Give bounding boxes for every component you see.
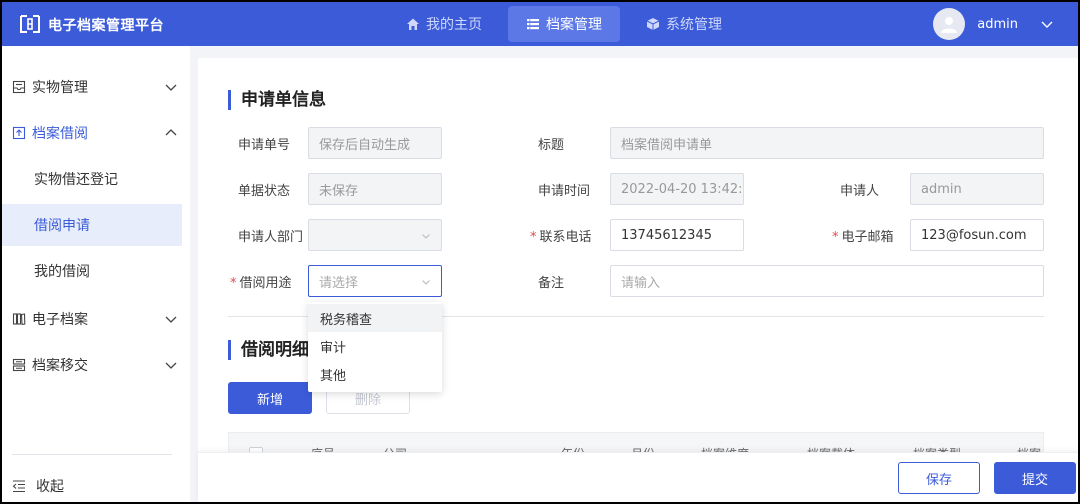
sidebar-item-label: 实物管理 xyxy=(32,80,88,96)
chevron-down-icon[interactable] xyxy=(1040,17,1054,31)
apply-time-input: 2022-04-20 13:42:37 xyxy=(610,173,744,205)
apply-no-input: 保存后自动生成 xyxy=(308,127,442,159)
sidebar-item-label: 借阅申请 xyxy=(34,218,90,234)
nav-home-label: 我的主页 xyxy=(426,17,482,33)
nav-system-label: 系统管理 xyxy=(666,17,722,33)
label-title: 标题 xyxy=(538,138,565,153)
sidebar-item-return-register[interactable]: 实物借还登记 xyxy=(2,158,182,200)
submit-button[interactable]: 提交 xyxy=(994,462,1076,494)
add-button[interactable]: 新增 xyxy=(228,382,312,414)
email-input[interactable]: 123@fosun.com xyxy=(910,219,1044,251)
label-email: * 电子邮箱 xyxy=(832,226,894,245)
dropdown-option[interactable]: 审计 xyxy=(308,332,442,360)
main-panel: 申请单信息 申请单号 保存后自动生成 标题 档案借阅申请单 单据状态 未保存 申… xyxy=(198,58,1078,502)
label-purpose-text: 借阅用途 xyxy=(239,276,292,291)
applicant-input: admin xyxy=(910,173,1044,205)
sidebar-item-transfer[interactable]: 档案移交 xyxy=(2,344,190,386)
purpose-placeholder: 请选择 xyxy=(319,275,359,291)
sidebar-item-physical[interactable]: 实物管理 xyxy=(2,66,190,108)
dropdown-option[interactable]: 税务稽查 xyxy=(308,304,442,332)
upload-box-icon xyxy=(12,126,26,140)
sidebar-item-label: 档案移交 xyxy=(32,358,88,374)
inbox-icon xyxy=(12,80,26,94)
sidebar-item-borrow[interactable]: 档案借阅 xyxy=(2,112,190,154)
dept-select[interactable] xyxy=(308,219,442,251)
home-icon xyxy=(407,18,419,30)
sidebar-item-label: 实物借还登记 xyxy=(34,172,118,188)
label-dept: 申请人部门 xyxy=(238,230,304,245)
status-input: 未保存 xyxy=(308,173,442,205)
purpose-select[interactable]: 请选择 xyxy=(308,265,442,297)
sidebar-item-borrow-apply[interactable]: 借阅申请 xyxy=(2,204,182,246)
sidebar-item-electronic[interactable]: 电子档案 xyxy=(2,298,190,340)
remark-input[interactable]: 请输入 xyxy=(610,265,1044,297)
label-phone-text: 联系电话 xyxy=(539,230,592,245)
nav-home[interactable]: 我的主页 xyxy=(388,6,500,42)
chevron-down-icon xyxy=(165,316,177,323)
top-nav: 我的主页 档案管理 系统管理 xyxy=(388,6,748,42)
app-frame: 电子档案管理平台 我的主页 档案管理 系统管理 admin 实物管理 档案借阅 … xyxy=(2,2,1078,502)
sidebar-item-label: 电子档案 xyxy=(32,312,88,328)
dropdown-option[interactable]: 其他 xyxy=(308,360,442,388)
transfer-icon xyxy=(12,358,26,372)
label-status: 单据状态 xyxy=(238,184,291,199)
label-purpose: * 借阅用途 xyxy=(230,272,292,291)
chevron-down-icon xyxy=(422,234,430,239)
sidebar-divider xyxy=(12,454,172,455)
sidebar-item-my-borrow[interactable]: 我的借阅 xyxy=(2,250,182,292)
required-mark: * xyxy=(230,276,237,291)
nav-archive[interactable]: 档案管理 xyxy=(508,6,620,42)
section-title-detail: 借阅明细 xyxy=(228,340,309,360)
footer-actions: 保存 提交 xyxy=(198,452,1078,502)
required-mark: * xyxy=(832,230,839,245)
chevron-down-icon xyxy=(165,362,177,369)
books-icon xyxy=(12,313,26,326)
username: admin xyxy=(977,16,1018,32)
chevron-down-icon xyxy=(422,280,430,285)
nav-system[interactable]: 系统管理 xyxy=(628,6,740,42)
label-phone: * 联系电话 xyxy=(530,226,592,245)
sidebar-item-label: 档案借阅 xyxy=(32,126,88,142)
user-icon xyxy=(941,17,958,33)
phone-input[interactable]: 13745612345 xyxy=(610,219,744,251)
required-mark: * xyxy=(530,230,537,245)
nav-archive-label: 档案管理 xyxy=(546,17,602,33)
chevron-up-icon xyxy=(165,129,177,136)
top-header: 电子档案管理平台 我的主页 档案管理 系统管理 admin xyxy=(2,2,1078,46)
indent-icon xyxy=(12,480,25,493)
section-title-apply-info: 申请单信息 xyxy=(228,90,326,110)
collapse-button[interactable]: 收起 xyxy=(12,476,64,496)
save-button[interactable]: 保存 xyxy=(898,462,980,494)
label-apply-no: 申请单号 xyxy=(238,138,291,153)
cube-icon xyxy=(646,18,660,30)
sidebar: 实物管理 档案借阅 实物借还登记 借阅申请 我的借阅 电子档案 档案移交 收起 xyxy=(2,46,190,502)
user-menu[interactable]: admin xyxy=(933,8,1054,40)
list-icon xyxy=(527,19,539,30)
label-apply-time: 申请时间 xyxy=(538,184,591,199)
label-remark: 备注 xyxy=(538,276,565,291)
chevron-down-icon xyxy=(165,84,177,91)
label-email-text: 电子邮箱 xyxy=(841,230,894,245)
title-input: 档案借阅申请单 xyxy=(610,127,1044,159)
avatar[interactable] xyxy=(933,8,966,40)
purpose-dropdown: 税务稽查 审计 其他 xyxy=(308,302,442,392)
sidebar-item-label: 我的借阅 xyxy=(34,264,90,280)
archive-logo-icon xyxy=(20,15,40,33)
app-title: 电子档案管理平台 xyxy=(48,18,164,34)
collapse-label: 收起 xyxy=(36,479,64,495)
label-applicant: 申请人 xyxy=(840,184,880,199)
